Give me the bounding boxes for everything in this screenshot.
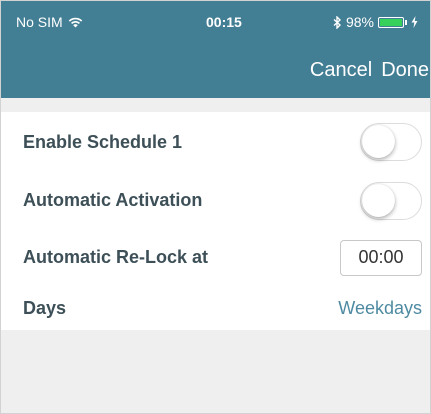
bluetooth-icon <box>333 15 341 29</box>
navigation-bar: No SIM 00:15 98% Cancel Done <box>1 1 430 98</box>
days-value: Weekdays <box>338 297 422 318</box>
relock-time-field[interactable]: 00:00 <box>340 239 422 276</box>
automatic-relock-label: Automatic Re-Lock at <box>23 247 209 267</box>
app-screen: No SIM 00:15 98% Cancel Done Enable Sche… <box>0 0 431 414</box>
wifi-icon <box>68 17 82 27</box>
toggle-knob <box>362 125 395 158</box>
cancel-button[interactable]: Cancel <box>310 59 372 82</box>
nav-actions: Cancel Done <box>310 59 430 82</box>
section-spacer <box>1 98 430 112</box>
enable-schedule-label: Enable Schedule 1 <box>23 131 183 152</box>
carrier-label: No SIM <box>16 14 63 30</box>
battery-percent: 98% <box>345 14 374 30</box>
status-right-group: 98% <box>333 14 418 30</box>
automatic-activation-row: Automatic Activation <box>1 172 430 229</box>
status-time: 00:15 <box>206 14 242 30</box>
days-label: Days <box>23 297 67 318</box>
automatic-relock-row: Automatic Re-Lock at 00:00 <box>1 229 430 286</box>
toggle-knob <box>362 183 395 217</box>
status-bar: No SIM 00:15 98% <box>1 14 430 30</box>
enable-schedule-toggle[interactable] <box>360 123 422 161</box>
days-row[interactable]: Days Weekdays <box>1 286 430 330</box>
battery-cap <box>405 19 407 25</box>
battery-fill <box>380 18 402 26</box>
battery-icon <box>378 16 404 28</box>
automatic-activation-toggle[interactable] <box>360 181 422 220</box>
charging-icon <box>411 16 418 28</box>
carrier-group: No SIM <box>16 14 83 30</box>
done-button[interactable]: Done <box>381 59 429 82</box>
automatic-activation-label: Automatic Activation <box>23 190 203 210</box>
settings-list: Enable Schedule 1 Automatic Activation A… <box>1 112 430 330</box>
enable-schedule-row: Enable Schedule 1 <box>1 112 430 172</box>
